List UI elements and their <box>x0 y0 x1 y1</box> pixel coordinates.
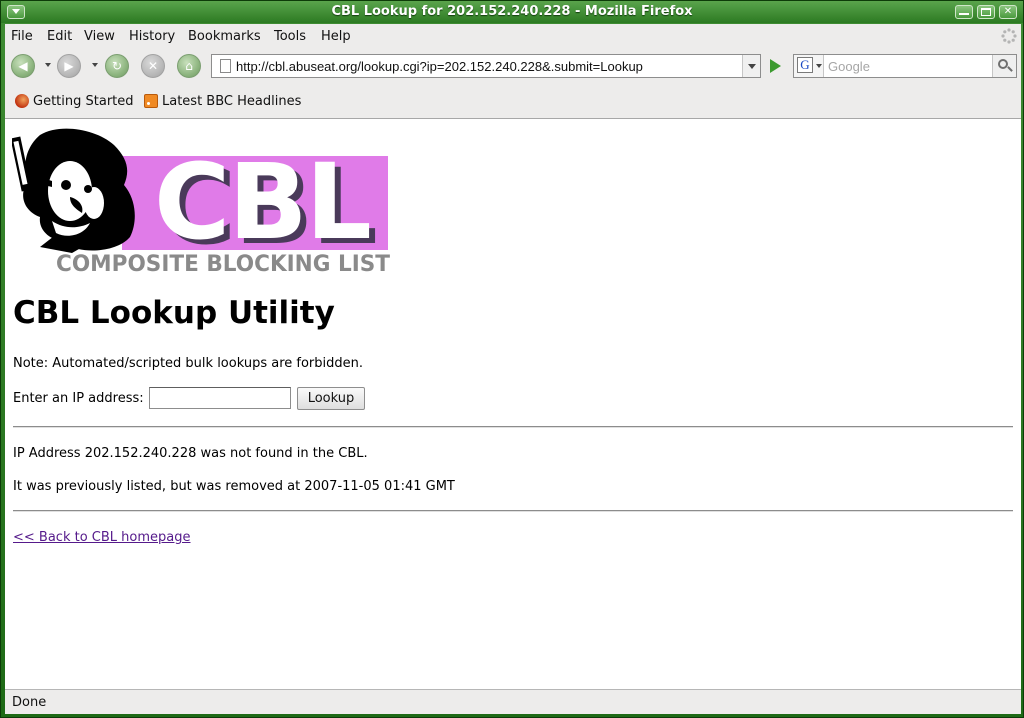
bookmark-label: Latest BBC Headlines <box>162 94 302 109</box>
search-icon-handle <box>1007 66 1013 72</box>
menu-view[interactable]: View <box>84 29 115 44</box>
ip-address-label: Enter an IP address: <box>13 391 144 406</box>
home-button[interactable]: ⌂ <box>177 54 201 78</box>
navigation-toolbar: ◀ ▶ ↻ ✕ ⌂ G <box>5 48 1021 84</box>
minimize-icon <box>959 13 969 15</box>
url-bar[interactable] <box>211 54 761 78</box>
menu-help[interactable]: Help <box>321 29 351 44</box>
window-title: CBL Lookup for 202.152.240.228 - Mozilla… <box>331 4 693 19</box>
menu-bar: File Edit View History Bookmarks Tools H… <box>5 24 1021 48</box>
bookmark-latest-bbc-headlines[interactable]: Latest BBC Headlines <box>144 93 314 111</box>
stop-button[interactable]: ✕ <box>141 54 165 78</box>
go-button[interactable] <box>763 54 787 78</box>
close-icon: ✕ <box>1003 6 1013 17</box>
menu-bookmarks[interactable]: Bookmarks <box>188 29 261 44</box>
lookup-result: IP Address 202.152.240.228 was not found… <box>13 446 368 461</box>
maximize-button[interactable] <box>977 5 995 19</box>
arrow-right-icon: ▶ <box>64 59 74 73</box>
status-bar: Done <box>5 689 1021 714</box>
search-bar[interactable]: G <box>793 54 1017 78</box>
browser-window: CBL Lookup for 202.152.240.228 - Mozilla… <box>0 0 1024 718</box>
url-history-dropdown[interactable] <box>742 55 760 77</box>
page-title: CBL Lookup Utility <box>13 295 335 331</box>
close-button[interactable]: ✕ <box>999 5 1017 19</box>
maximize-icon <box>981 8 991 16</box>
bookmark-getting-started[interactable]: Getting Started <box>15 93 137 111</box>
back-history-dropdown[interactable] <box>45 63 51 67</box>
stop-icon: ✕ <box>147 59 159 73</box>
throbber-icon <box>1001 28 1017 44</box>
cbl-logo: CBL CBL COMPOSITE BLOCKING LIST <box>12 128 390 275</box>
browser-chrome: File Edit View History Bookmarks Tools H… <box>5 24 1021 118</box>
lookup-note: Note: Automated/scripted bulk lookups ar… <box>13 356 364 371</box>
divider <box>13 510 1013 512</box>
home-icon: ⌂ <box>185 59 193 73</box>
menu-file[interactable]: File <box>11 29 33 44</box>
arrow-left-icon: ◀ <box>18 59 28 73</box>
menu-edit[interactable]: Edit <box>47 29 72 44</box>
bookmark-label: Getting Started <box>33 94 134 109</box>
search-engine-button[interactable]: G <box>794 55 824 77</box>
reload-icon: ↻ <box>111 59 123 73</box>
lookup-history: It was previously listed, but was remove… <box>13 479 455 494</box>
rss-feed-icon <box>144 94 158 108</box>
url-input[interactable] <box>236 57 736 75</box>
menu-tools[interactable]: Tools <box>274 29 306 44</box>
page-content: CBL CBL COMPOSITE BLOCKING LIST CBL Look… <box>5 118 1021 689</box>
back-button[interactable]: ◀ <box>11 54 35 78</box>
play-arrow-icon <box>770 59 781 73</box>
back-to-homepage-link[interactable]: << Back to CBL homepage <box>13 530 191 545</box>
bookmarks-toolbar: Getting Started Latest BBC Headlines <box>5 89 1021 115</box>
ip-address-input[interactable] <box>149 387 291 409</box>
search-input[interactable] <box>828 57 988 75</box>
chevron-down-icon <box>748 64 756 69</box>
google-icon: G <box>797 57 813 73</box>
lookup-button[interactable]: Lookup <box>297 387 365 410</box>
logo-text: CBL <box>154 141 370 263</box>
forward-button[interactable]: ▶ <box>57 54 81 78</box>
forward-history-dropdown[interactable] <box>92 63 98 67</box>
reload-button[interactable]: ↻ <box>105 54 129 78</box>
logo-tagline: COMPOSITE BLOCKING LIST <box>56 252 390 275</box>
menu-history[interactable]: History <box>129 29 175 44</box>
search-button[interactable] <box>992 55 1016 77</box>
page-icon <box>220 59 231 73</box>
title-bar[interactable]: CBL Lookup for 202.152.240.228 - Mozilla… <box>1 1 1023 23</box>
minimize-button[interactable] <box>955 5 973 19</box>
status-text: Done <box>12 695 47 710</box>
firefox-icon <box>15 94 29 108</box>
chevron-down-icon <box>816 64 822 68</box>
divider <box>13 426 1013 428</box>
